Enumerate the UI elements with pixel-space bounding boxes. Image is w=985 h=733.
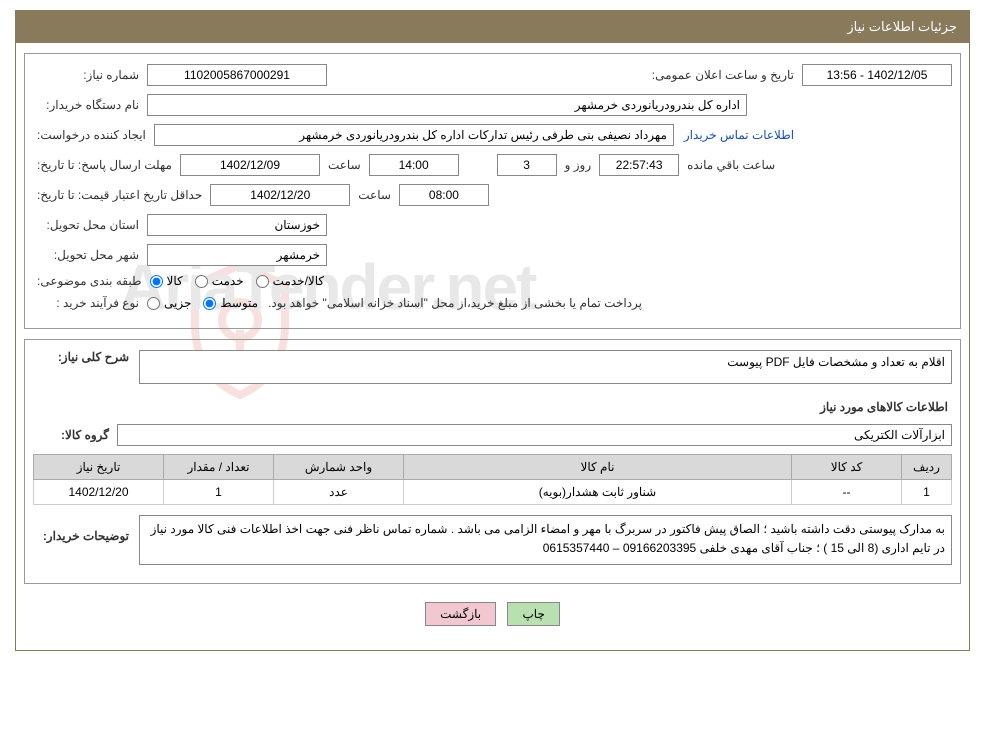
td-name: شناور ثابت هشدار(بویه) <box>404 480 792 505</box>
days-and-label: روز و <box>561 158 596 172</box>
group-value: ابزارآلات الکتریکی <box>117 424 952 446</box>
th-unit: واحد شمارش <box>274 455 404 480</box>
deadline-time-label: ساعت <box>324 158 365 172</box>
print-button[interactable]: چاپ <box>507 602 559 626</box>
buyer-org-label: نام دستگاه خریدار: <box>33 98 143 112</box>
requester-value: مهرداد نصیفی بنی طرفی رئیس تدارکات اداره… <box>154 124 674 146</box>
buyer-notes-text: به مدارک پیوستی دقت داشته باشید ؛ الصاق … <box>139 515 952 565</box>
table-header-row: ردیف کد کالا نام کالا واحد شمارش تعداد /… <box>34 455 952 480</box>
buyer-contact-link[interactable]: اطلاعات تماس خریدار <box>678 128 800 142</box>
group-label: گروه کالا: <box>33 428 113 442</box>
min-validity-date: 1402/12/20 <box>210 184 350 206</box>
buyer-notes-label: توضیحات خریدار: <box>33 515 133 543</box>
deadline-label: مهلت ارسال پاسخ: تا تاریخ: <box>33 158 176 172</box>
need-section: شرح کلی نیاز: اقلام به تعداد و مشخصات فا… <box>24 339 961 584</box>
th-qty: تعداد / مقدار <box>164 455 274 480</box>
th-code: کد کالا <box>792 455 902 480</box>
requester-label: ایجاد کننده درخواست: <box>33 128 150 142</box>
items-table: ردیف کد کالا نام کالا واحد شمارش تعداد /… <box>33 454 952 505</box>
days-remaining: 3 <box>497 154 557 176</box>
td-unit: عدد <box>274 480 404 505</box>
announce-label: تاریخ و ساعت اعلان عمومی: <box>648 68 798 82</box>
buyer-org-value: اداره کل بندرودریانوردی خرمشهر <box>147 94 747 116</box>
city-value: خرمشهر <box>147 244 327 266</box>
deadline-date: 1402/12/09 <box>180 154 320 176</box>
deadline-time: 14:00 <box>369 154 459 176</box>
need-no-value: 1102005867000291 <box>147 64 327 86</box>
purchase-type-radio-group: جزیی متوسط <box>147 296 258 310</box>
th-name: نام کالا <box>404 455 792 480</box>
th-row: ردیف <box>902 455 952 480</box>
remaining-label: ساعت باقي مانده <box>683 158 779 172</box>
city-label: شهر محل تحویل: <box>33 248 143 262</box>
td-code: -- <box>792 480 902 505</box>
td-qty: 1 <box>164 480 274 505</box>
min-validity-label: حداقل تاریخ اعتبار قیمت: تا تاریخ: <box>33 188 206 202</box>
button-row: چاپ بازگشت <box>24 594 961 640</box>
radio-kalakhedmat[interactable]: کالا/خدمت <box>256 274 324 288</box>
radio-jozi[interactable]: جزیی <box>147 296 191 310</box>
page-title: جزئیات اطلاعات نیاز <box>16 11 969 43</box>
back-button[interactable]: بازگشت <box>425 602 496 626</box>
category-label: طبقه بندی موضوعی: <box>33 274 146 288</box>
radio-kala[interactable]: کالا <box>150 274 183 288</box>
th-date: تاریخ نیاز <box>34 455 164 480</box>
province-label: استان محل تحویل: <box>33 218 143 232</box>
purchase-type-label: نوع فرآیند خرید : <box>33 296 143 310</box>
category-radio-group: کالا خدمت کالا/خدمت <box>150 274 325 288</box>
td-row: 1 <box>902 480 952 505</box>
items-title: اطلاعات کالاهای مورد نیاز <box>33 392 952 418</box>
announce-value: 1402/12/05 - 13:56 <box>802 64 952 86</box>
purchase-note: پرداخت تمام یا بخشی از مبلغ خرید،از محل … <box>262 296 648 310</box>
radio-khedmat[interactable]: خدمت <box>195 274 244 288</box>
min-validity-time-label: ساعت <box>354 188 395 202</box>
countdown: 22:57:43 <box>599 154 679 176</box>
radio-motavaset[interactable]: متوسط <box>203 296 258 310</box>
need-desc-label: شرح کلی نیاز: <box>33 350 133 364</box>
min-validity-time: 08:00 <box>399 184 489 206</box>
need-desc-text: اقلام به تعداد و مشخصات فایل PDF پیوست <box>139 350 952 384</box>
main-container: جزئیات اطلاعات نیاز شماره نیاز: 11020058… <box>15 10 970 651</box>
info-section: شماره نیاز: 1102005867000291 تاریخ و ساع… <box>24 53 961 329</box>
table-row: 1 -- شناور ثابت هشدار(بویه) عدد 1 1402/1… <box>34 480 952 505</box>
province-value: خوزستان <box>147 214 327 236</box>
need-no-label: شماره نیاز: <box>33 68 143 82</box>
td-date: 1402/12/20 <box>34 480 164 505</box>
